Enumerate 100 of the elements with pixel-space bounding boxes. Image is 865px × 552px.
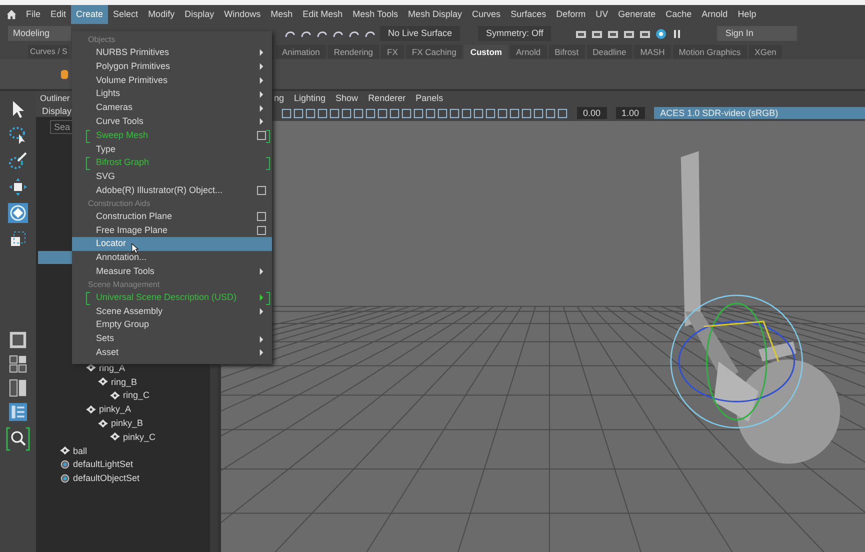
move-icon[interactable] <box>8 177 28 197</box>
viewport-menu[interactable]: Renderer <box>368 93 406 103</box>
menu-item[interactable]: File <box>21 5 46 24</box>
viewport-tool-icon[interactable] <box>461 108 472 118</box>
menu-item[interactable]: Polygon Primitives <box>72 60 272 74</box>
outliner-item[interactable]: pinky_A <box>99 404 132 414</box>
shelf-tab[interactable]: MASH <box>634 45 671 59</box>
menu-item[interactable]: Empty Group <box>72 318 272 332</box>
menu-item[interactable]: Edit <box>46 5 72 24</box>
shelf-tab[interactable]: Motion Graphics <box>672 45 747 59</box>
exposure-field[interactable]: 0.00 <box>577 107 607 119</box>
viewport-tool-icon[interactable] <box>557 108 568 118</box>
outliner-item[interactable]: ring_B <box>111 376 138 387</box>
menu-item[interactable]: Measure Tools <box>72 264 272 279</box>
home-icon[interactable] <box>6 9 17 20</box>
cylinder-icon[interactable] <box>60 68 69 80</box>
shelf-tab[interactable]: Bifrost <box>548 45 585 59</box>
viewport-tool-icon[interactable] <box>317 108 328 118</box>
menu-item[interactable]: Universal Scene Description (USD) <box>72 290 272 305</box>
viewport-tool-icon[interactable] <box>473 108 484 118</box>
outliner-item[interactable]: ball <box>73 446 88 456</box>
menu-item[interactable]: Windows <box>219 5 266 24</box>
shelf-tab[interactable]: Custom <box>464 45 508 59</box>
menu-item[interactable]: Help <box>732 5 762 24</box>
menu-item[interactable]: Curves <box>467 5 506 24</box>
shelf-tab[interactable]: Animation <box>276 45 326 59</box>
menu-item[interactable]: Locator <box>72 237 272 252</box>
menu-item[interactable]: Mesh Tools <box>348 5 404 24</box>
menu-item[interactable]: Volume Primitives <box>72 74 272 88</box>
viewport-tool-icon[interactable] <box>281 108 292 118</box>
viewport-tool-icon[interactable] <box>509 108 520 118</box>
shelf-tab[interactable]: Rendering <box>328 45 380 59</box>
menu-item[interactable]: Sets <box>72 332 272 346</box>
viewport-tool-icon[interactable] <box>329 108 340 118</box>
shelf-tab[interactable]: FX Caching <box>406 45 462 59</box>
scale-icon[interactable] <box>8 229 28 249</box>
menu-item[interactable]: Curve Tools <box>72 114 272 129</box>
lasso-icon[interactable] <box>8 125 28 145</box>
viewport-menu[interactable]: Show <box>336 93 358 103</box>
menu-item[interactable]: Cameras <box>72 101 272 115</box>
viewport-tool-icon[interactable] <box>365 108 376 118</box>
outliner-item[interactable]: pinky_C <box>123 432 156 442</box>
four-view-icon[interactable] <box>9 355 27 373</box>
viewport-tool-icon[interactable] <box>377 108 388 118</box>
outliner-item[interactable]: ring_A <box>99 362 126 373</box>
menu-item[interactable]: Edit Mesh <box>298 5 348 24</box>
shelf-tab[interactable]: Arnold <box>510 45 547 59</box>
menu-item[interactable]: Surfaces <box>506 5 552 24</box>
viewport-menu[interactable]: ng <box>274 93 284 103</box>
menu-item[interactable]: Arnold <box>696 5 733 24</box>
viewport-tool-icon[interactable] <box>521 108 532 118</box>
two-view-icon[interactable] <box>9 379 27 397</box>
viewport-tool-icon[interactable] <box>293 108 304 118</box>
paint-brush-icon[interactable] <box>8 151 28 171</box>
option-box[interactable] <box>257 226 266 235</box>
viewport-tool-icon[interactable] <box>485 108 496 118</box>
viewport-tool-icon[interactable] <box>389 108 400 118</box>
menu-item[interactable]: Annotation... <box>72 251 272 265</box>
shelf-tab[interactable]: Curves / S <box>28 45 70 59</box>
viewport-tool-icon[interactable] <box>425 108 436 118</box>
viewport-menu[interactable]: Panels <box>416 93 444 103</box>
menu-item[interactable]: Select <box>108 5 144 24</box>
rotate-manipulator-drawing[interactable] <box>670 294 803 428</box>
ipr-icon[interactable] <box>655 28 668 40</box>
menu-item[interactable]: SVG <box>72 170 272 184</box>
option-box[interactable] <box>257 186 266 196</box>
menu-item[interactable]: Adobe(R) Illustrator(R) Object... <box>72 184 272 198</box>
menu-item[interactable]: Cache <box>660 5 697 24</box>
outliner-item[interactable]: pinky_B <box>111 418 144 428</box>
viewport-tool-icon[interactable] <box>437 108 448 118</box>
menu-item[interactable]: Generate <box>613 5 661 24</box>
menu-item[interactable]: Construction Plane <box>72 210 272 224</box>
viewport-tool-icon[interactable] <box>341 108 352 118</box>
menu-item[interactable]: Create <box>71 5 108 24</box>
viewport-tool-icon[interactable] <box>449 108 460 118</box>
outliner-item[interactable]: defaultLightSet <box>73 459 134 470</box>
outliner-item[interactable]: defaultObjectSet <box>73 473 140 484</box>
option-box[interactable] <box>257 131 266 140</box>
shelf-tab[interactable]: FX <box>381 45 404 59</box>
viewport-tool-icon[interactable] <box>401 108 412 118</box>
viewport-menu[interactable]: Lighting <box>294 93 326 103</box>
menu-item[interactable]: Modify <box>143 5 180 24</box>
option-box[interactable] <box>257 212 266 222</box>
sign-in-dropdown[interactable]: Sign In <box>717 26 798 41</box>
menu-item[interactable]: Display <box>180 5 220 24</box>
menu-item[interactable]: Scene Assembly <box>72 304 272 318</box>
gamma-field[interactable]: 1.00 <box>616 107 646 119</box>
viewport-tool-icon[interactable] <box>497 108 508 118</box>
menu-item[interactable]: Sweep Mesh <box>72 128 272 143</box>
menu-item[interactable]: Deform <box>551 5 591 24</box>
menu-item[interactable]: Bifrost Graph <box>72 156 272 170</box>
viewport-tool-icon[interactable] <box>545 108 556 118</box>
menu-item[interactable]: Asset <box>72 346 272 360</box>
menu-item[interactable]: Free Image Plane <box>72 224 272 238</box>
single-view-icon[interactable] <box>9 331 27 349</box>
menu-item[interactable]: NURBS Primitives <box>72 46 272 60</box>
viewport-tool-icon[interactable] <box>305 108 316 118</box>
outliner-item[interactable]: ring_C <box>123 390 150 400</box>
mode-dropdown[interactable]: Modeling <box>8 26 71 41</box>
menu-item[interactable]: Mesh Display <box>403 5 468 24</box>
